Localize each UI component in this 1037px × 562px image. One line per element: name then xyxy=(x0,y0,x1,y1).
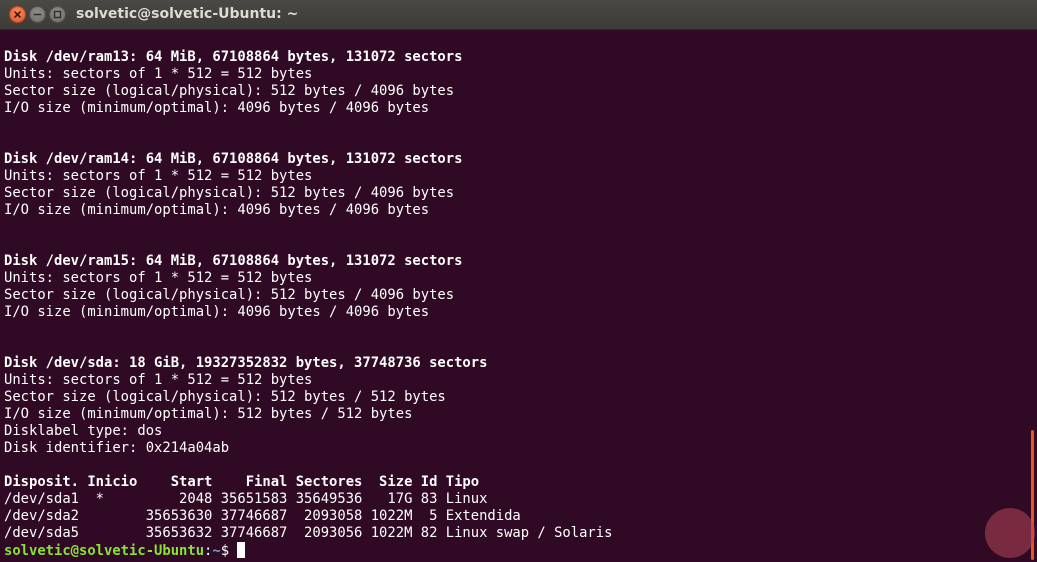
window-title: solvetic@solvetic-Ubuntu: ~ xyxy=(76,6,299,22)
prompt-user-host: solvetic@solvetic-Ubuntu xyxy=(4,543,205,559)
terminal-line: /dev/sda1 * 2048 35651583 35649536 17G 8… xyxy=(4,491,488,507)
terminal-line: I/O size (minimum/optimal): 4096 bytes /… xyxy=(4,304,430,320)
terminal-line: Sector size (logical/physical): 512 byte… xyxy=(4,185,455,201)
title-bar[interactable]: solvetic@solvetic-Ubuntu: ~ xyxy=(0,0,1037,30)
terminal-line: Disk /dev/sda: 18 GiB, 19327352832 bytes… xyxy=(4,355,488,371)
text-cursor xyxy=(237,542,246,558)
terminal-line: Disk /dev/ram13: 64 MiB, 67108864 bytes,… xyxy=(4,49,463,65)
terminal-line: I/O size (minimum/optimal): 4096 bytes /… xyxy=(4,202,430,218)
terminal-line: Disposit. Inicio Start Final Sectores Si… xyxy=(4,474,480,490)
close-button[interactable] xyxy=(9,6,26,23)
terminal-output[interactable]: Disk /dev/ram13: 64 MiB, 67108864 bytes,… xyxy=(0,30,1037,562)
terminal-line: Sector size (logical/physical): 512 byte… xyxy=(4,389,446,405)
terminal-line: /dev/sda2 35653630 37746687 2093058 1022… xyxy=(4,508,521,524)
terminal-line: /dev/sda5 35653632 37746687 2093056 1022… xyxy=(4,525,613,541)
terminal-line: Disk /dev/ram14: 64 MiB, 67108864 bytes,… xyxy=(4,151,463,167)
close-icon xyxy=(14,11,21,18)
terminal-window: solvetic@solvetic-Ubuntu: ~ Disk /dev/ra… xyxy=(0,0,1037,562)
prompt-line[interactable]: solvetic@solvetic-Ubuntu:~$ xyxy=(4,542,1037,559)
terminal-line: Disk /dev/ram15: 64 MiB, 67108864 bytes,… xyxy=(4,253,463,269)
terminal-line: Sector size (logical/physical): 512 byte… xyxy=(4,83,455,99)
terminal-line: Units: sectors of 1 * 512 = 512 bytes xyxy=(4,270,313,286)
terminal-line: I/O size (minimum/optimal): 512 bytes / … xyxy=(4,406,413,422)
minimize-button[interactable] xyxy=(29,6,46,23)
terminal-line: Disklabel type: dos xyxy=(4,423,163,439)
terminal-line: I/O size (minimum/optimal): 4096 bytes /… xyxy=(4,100,430,116)
prompt-symbol: $ xyxy=(220,543,238,559)
terminal-line: Units: sectors of 1 * 512 = 512 bytes xyxy=(4,66,313,82)
minimize-icon xyxy=(33,13,42,16)
terminal-line: Units: sectors of 1 * 512 = 512 bytes xyxy=(4,372,313,388)
maximize-icon xyxy=(53,10,62,19)
terminal-line: Units: sectors of 1 * 512 = 512 bytes xyxy=(4,168,313,184)
terminal-line: Disk identifier: 0x214a04ab xyxy=(4,440,230,456)
prompt-path: ~ xyxy=(212,543,221,559)
maximize-button[interactable] xyxy=(49,6,66,23)
logo-watermark xyxy=(985,508,1035,558)
terminal-lines: Disk /dev/ram13: 64 MiB, 67108864 bytes,… xyxy=(4,49,1037,542)
terminal-line: Sector size (logical/physical): 512 byte… xyxy=(4,287,455,303)
